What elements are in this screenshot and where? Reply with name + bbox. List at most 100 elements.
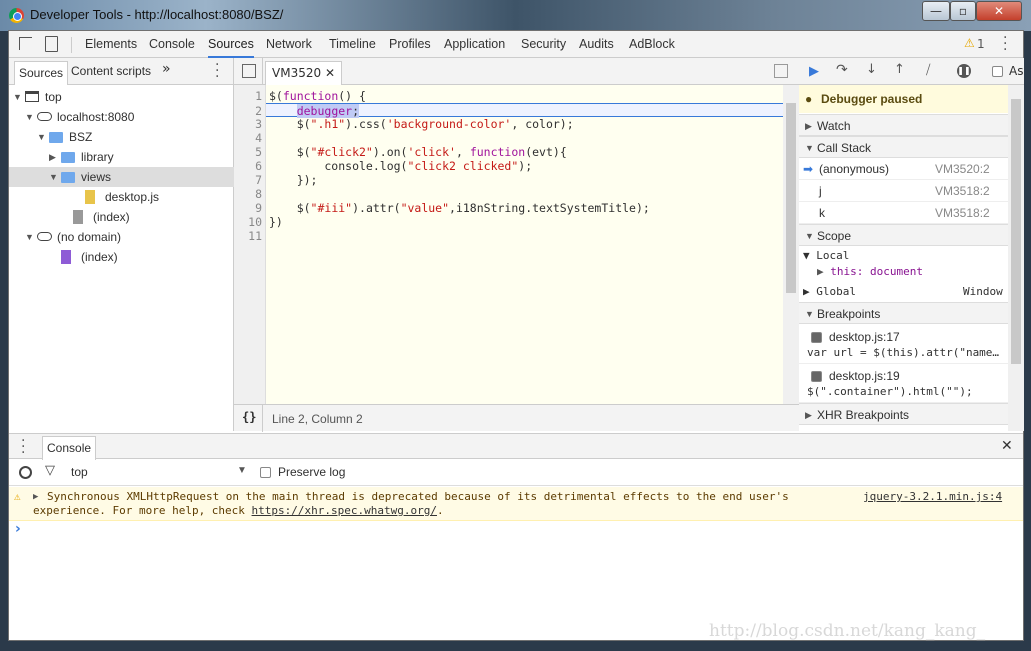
expanded-arrow-icon[interactable]: ▼: [49, 167, 58, 187]
drawer-menu-icon[interactable]: · · ·: [21, 434, 25, 460]
tab-elements[interactable]: Elements: [85, 31, 137, 58]
tab-network[interactable]: Network: [266, 31, 312, 58]
tab-sources[interactable]: Sources: [208, 31, 254, 58]
line-number[interactable]: 8: [234, 187, 262, 201]
tree-item[interactable]: (index): [9, 247, 234, 267]
line-number[interactable]: 5: [234, 145, 262, 159]
message-source-link[interactable]: jquery-3.2.1.min.js:4: [863, 490, 1002, 504]
editor-scrollbar[interactable]: [783, 85, 799, 404]
warning-count[interactable]: 1: [977, 37, 985, 51]
more-menu-icon[interactable]: · · ·: [1003, 31, 1007, 57]
scope-local[interactable]: ▼ Local: [803, 249, 849, 262]
code-line[interactable]: 10}): [234, 215, 783, 229]
tree-item[interactable]: ▼ views: [9, 167, 234, 187]
tab-security[interactable]: Security: [521, 31, 566, 58]
line-number[interactable]: 9: [234, 201, 262, 215]
context-selector[interactable]: top ▼: [71, 465, 251, 479]
close-window-button[interactable]: ✕: [976, 1, 1022, 21]
tree-item[interactable]: ▼ top: [9, 87, 234, 107]
pretty-print-button[interactable]: {}: [242, 410, 256, 424]
line-number[interactable]: 4: [234, 131, 262, 145]
pause-on-exceptions-icon[interactable]: ❚❚: [957, 64, 971, 78]
scrollbar-thumb[interactable]: [1011, 99, 1021, 364]
tree-item[interactable]: ▶ library: [9, 147, 234, 167]
deactivate-breakpoints-icon[interactable]: ⧸: [926, 63, 930, 78]
filter-icon[interactable]: ▽: [45, 463, 55, 478]
line-number[interactable]: 7: [234, 173, 262, 187]
collapsed-arrow-icon[interactable]: ▶: [49, 147, 56, 167]
tab-application[interactable]: Application: [444, 31, 505, 58]
breakpoint-checkbox[interactable]: [811, 332, 822, 343]
code-line[interactable]: 8: [234, 187, 783, 201]
watch-section[interactable]: ▶ Watch: [799, 114, 1008, 136]
tree-item[interactable]: desktop.js: [9, 187, 234, 207]
tab-console[interactable]: Console: [149, 31, 195, 58]
clear-console-icon[interactable]: [19, 466, 32, 479]
minimize-button[interactable]: —: [922, 1, 950, 21]
close-drawer-icon[interactable]: ✕: [1001, 438, 1013, 454]
expanded-arrow-icon[interactable]: ▼: [37, 127, 46, 147]
call-frame[interactable]: ➡ (anonymous) VM3520:2: [799, 158, 1008, 180]
line-number[interactable]: 11: [234, 229, 262, 243]
code-line[interactable]: 6 console.log("click2 clicked");: [234, 159, 783, 173]
message-link[interactable]: https://xhr.spec.whatwg.org/: [252, 504, 437, 517]
tab-adblock[interactable]: AdBlock: [629, 31, 675, 58]
code-line[interactable]: 1 $(function() {: [234, 89, 783, 103]
navigator-menu-icon[interactable]: · · ·: [215, 58, 219, 84]
resume-icon[interactable]: ▶: [809, 64, 819, 79]
restore-button[interactable]: ▫: [950, 1, 976, 21]
async-checkbox[interactable]: [992, 66, 1003, 77]
scrollbar-thumb[interactable]: [786, 103, 796, 293]
step-into-icon[interactable]: ↓: [866, 62, 877, 77]
scope-section[interactable]: ▼ Scope: [799, 224, 1008, 246]
sidebar-scrollbar[interactable]: [1008, 85, 1024, 431]
call-frame[interactable]: j VM3518:2: [799, 180, 1008, 202]
warning-icon[interactable]: ⚠: [964, 36, 975, 50]
line-number[interactable]: 1: [234, 89, 262, 103]
tree-item[interactable]: ▼ BSZ: [9, 127, 234, 147]
tree-item[interactable]: (index): [9, 207, 234, 227]
code-line[interactable]: 11: [234, 229, 783, 243]
breakpoint-item[interactable]: desktop.js:17 var url = $(this).attr("nam…: [799, 325, 1008, 364]
close-tab-icon[interactable]: ✕: [325, 66, 335, 80]
tab-content-scripts[interactable]: Content scripts: [71, 64, 151, 78]
line-number[interactable]: 10: [234, 215, 262, 229]
tab-sources-nav[interactable]: Sources: [14, 61, 69, 85]
scope-global[interactable]: ▶ Global: [803, 285, 856, 298]
step-over-icon[interactable]: ↷: [836, 62, 848, 78]
breakpoints-section[interactable]: ▼ Breakpoints: [799, 302, 1008, 324]
code-line[interactable]: 5 $("#click2").on('click', function(evt)…: [234, 145, 783, 159]
console-prompt[interactable]: ›: [15, 521, 21, 537]
preserve-log-checkbox[interactable]: [260, 467, 271, 478]
breakpoint-checkbox[interactable]: [811, 371, 822, 382]
editor-tab[interactable]: VM3520 ✕: [265, 61, 342, 85]
inspect-element-icon[interactable]: [19, 37, 32, 50]
expanded-arrow-icon[interactable]: ▼: [25, 227, 34, 247]
tab-profiles[interactable]: Profiles: [389, 31, 431, 58]
tab-timeline[interactable]: Timeline: [329, 31, 376, 58]
device-toolbar-icon[interactable]: [45, 36, 58, 52]
tree-item[interactable]: ▼ (no domain): [9, 227, 234, 247]
expanded-arrow-icon[interactable]: ▼: [25, 107, 34, 127]
line-number[interactable]: 3: [234, 117, 262, 131]
call-frame[interactable]: k VM3518:2: [799, 202, 1008, 224]
more-tabs-button[interactable]: »: [162, 61, 171, 77]
expanded-arrow-icon[interactable]: ▼: [13, 87, 22, 107]
code-line[interactable]: 3 $(".h1").css('background-color', color…: [234, 117, 783, 131]
scope-this[interactable]: ▶ this: document: [817, 265, 923, 278]
line-number[interactable]: 2: [234, 104, 262, 118]
call-stack-section[interactable]: ▼ Call Stack: [799, 136, 1008, 158]
drawer-tab-console[interactable]: Console: [42, 436, 97, 460]
step-out-icon[interactable]: ↑: [894, 62, 905, 77]
toggle-debugger-icon[interactable]: [774, 64, 788, 78]
expand-message-icon[interactable]: ▶: [33, 490, 38, 504]
toggle-navigator-icon[interactable]: [242, 64, 256, 78]
xhr-breakpoints-section[interactable]: ▶ XHR Breakpoints: [799, 403, 1008, 425]
tree-item[interactable]: ▼ localhost:8080: [9, 107, 234, 127]
code-line[interactable]: 9 $("#iii").attr("value",i18nString.text…: [234, 201, 783, 215]
breakpoint-item[interactable]: desktop.js:19 $(".container").html("");: [799, 364, 1008, 403]
tab-audits[interactable]: Audits: [579, 31, 614, 58]
line-number[interactable]: 6: [234, 159, 262, 173]
code-line[interactable]: 7 });: [234, 173, 783, 187]
code-line[interactable]: 4: [234, 131, 783, 145]
